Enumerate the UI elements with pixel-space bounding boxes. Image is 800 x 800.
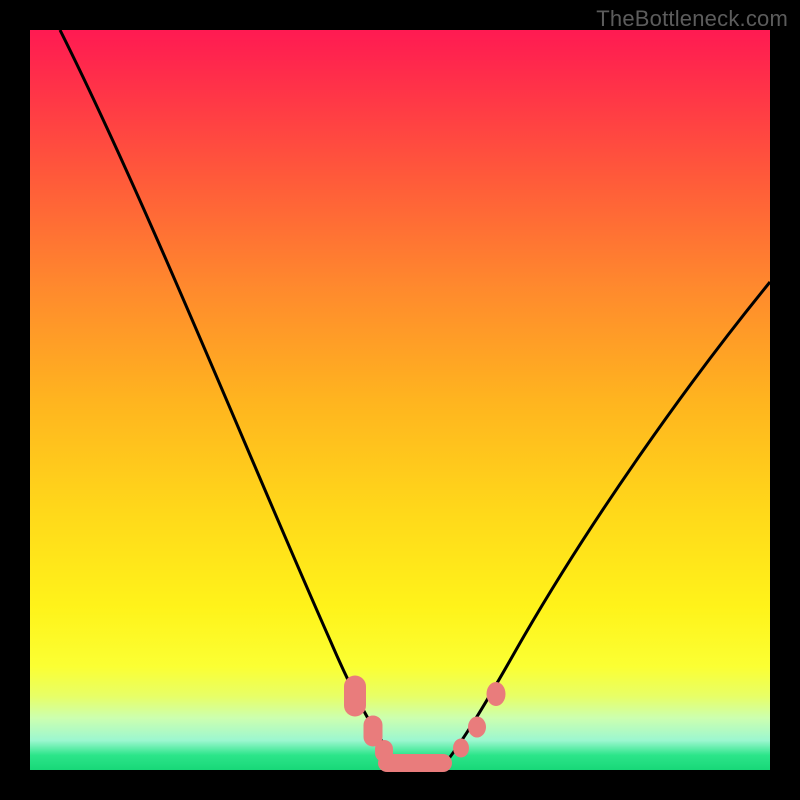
marker-right-1 <box>453 739 469 758</box>
chart-frame: TheBottleneck.com <box>0 0 800 800</box>
plot-area <box>30 30 770 770</box>
marker-bottom-pill <box>378 754 452 772</box>
marker-right-3 <box>487 682 506 706</box>
bottleneck-curve <box>30 30 770 770</box>
marker-right-2 <box>468 717 486 738</box>
marker-left-1 <box>344 676 366 717</box>
watermark-text: TheBottleneck.com <box>596 6 788 32</box>
left-curve-path <box>60 30 400 765</box>
